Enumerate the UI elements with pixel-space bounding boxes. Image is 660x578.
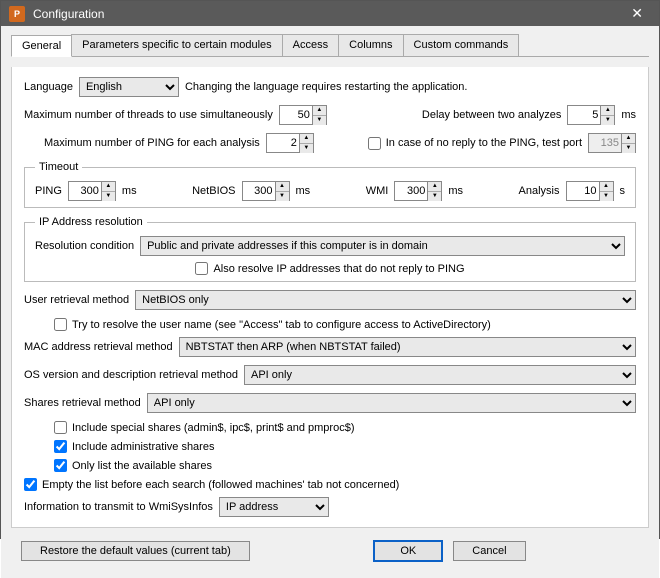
shares-select[interactable]: API only [147,393,636,413]
language-select[interactable]: English [79,77,179,97]
app-icon: P [9,6,25,22]
timeout-analysis-spin[interactable]: ▲▼ [566,181,614,201]
pingeach-spin[interactable]: ▲▼ [266,133,314,153]
restore-button[interactable]: Restore the default values (current tab) [21,541,250,561]
timeout-group: Timeout PING▲▼ms NetBIOS▲▼ms WMI▲▼ms Ana… [24,161,636,208]
timeout-netbios-spin[interactable]: ▲▼ [242,181,290,201]
spin-down-icon: ▼ [313,116,326,125]
noreply-port-spin: ▲▼ [588,133,636,153]
noreply-check[interactable]: In case of no reply to the PING, test po… [368,137,582,150]
ipres-cond-label: Resolution condition [35,240,134,252]
language-note: Changing the language requires restartin… [185,81,468,93]
mac-label: MAC address retrieval method [24,341,173,353]
pingeach-label: Maximum number of PING for each analysis [44,137,260,149]
tab-params[interactable]: Parameters specific to certain modules [71,34,283,56]
try-resolve-check[interactable]: Try to resolve the user name (see "Acces… [54,318,636,331]
timeout-wmi-spin[interactable]: ▲▼ [394,181,442,201]
shares-special-check[interactable]: Include special shares (admin$, ipc$, pr… [54,421,636,434]
empty-list-check[interactable]: Empty the list before each search (follo… [24,478,636,491]
osver-label: OS version and description retrieval met… [24,369,238,381]
cancel-button[interactable]: Cancel [453,541,525,561]
spin-up-icon: ▲ [313,106,326,116]
mac-select[interactable]: NBTSTAT then ARP (when NBTSTAT failed) [179,337,636,357]
timeout-ping-spin[interactable]: ▲▼ [68,181,116,201]
delay-unit: ms [621,109,636,121]
config-dialog: P Configuration ✕ General Parameters spe… [0,0,660,539]
delay-label: Delay between two analyzes [422,109,561,121]
client-area: General Parameters specific to certain m… [1,26,659,578]
tab-custom[interactable]: Custom commands [403,34,520,56]
timeout-legend: Timeout [35,161,82,173]
ipres-legend: IP Address resolution [35,216,147,228]
titlebar: P Configuration ✕ [1,1,659,26]
ipres-group: IP Address resolution Resolution conditi… [24,216,636,282]
wmi-info-select[interactable]: IP address [219,497,329,517]
shares-only-check[interactable]: Only list the available shares [54,459,636,472]
delay-spin[interactable]: ▲▼ [567,105,615,125]
ipres-cond-select[interactable]: Public and private addresses if this com… [140,236,625,256]
button-bar: Restore the default values (current tab)… [11,534,649,570]
osver-select[interactable]: API only [244,365,636,385]
shares-label: Shares retrieval method [24,397,141,409]
user-retrieval-label: User retrieval method [24,294,129,306]
threads-label: Maximum number of threads to use simulta… [24,109,273,121]
window-title: Configuration [33,7,623,21]
ipres-also-check[interactable]: Also resolve IP addresses that do not re… [35,262,625,275]
tab-access[interactable]: Access [282,34,339,56]
tab-columns[interactable]: Columns [338,34,403,56]
user-retrieval-select[interactable]: NetBIOS only [135,290,636,310]
ok-button[interactable]: OK [373,540,443,562]
close-icon[interactable]: ✕ [623,1,651,26]
language-label: Language [24,81,73,93]
wmi-info-label: Information to transmit to WmiSysInfos [24,501,213,513]
tab-strip: General Parameters specific to certain m… [11,34,649,57]
tab-panel-general: Language English Changing the language r… [11,67,649,528]
tab-general[interactable]: General [11,35,72,57]
threads-spin[interactable]: ▲▼ [279,105,327,125]
shares-admin-check[interactable]: Include administrative shares [54,440,636,453]
